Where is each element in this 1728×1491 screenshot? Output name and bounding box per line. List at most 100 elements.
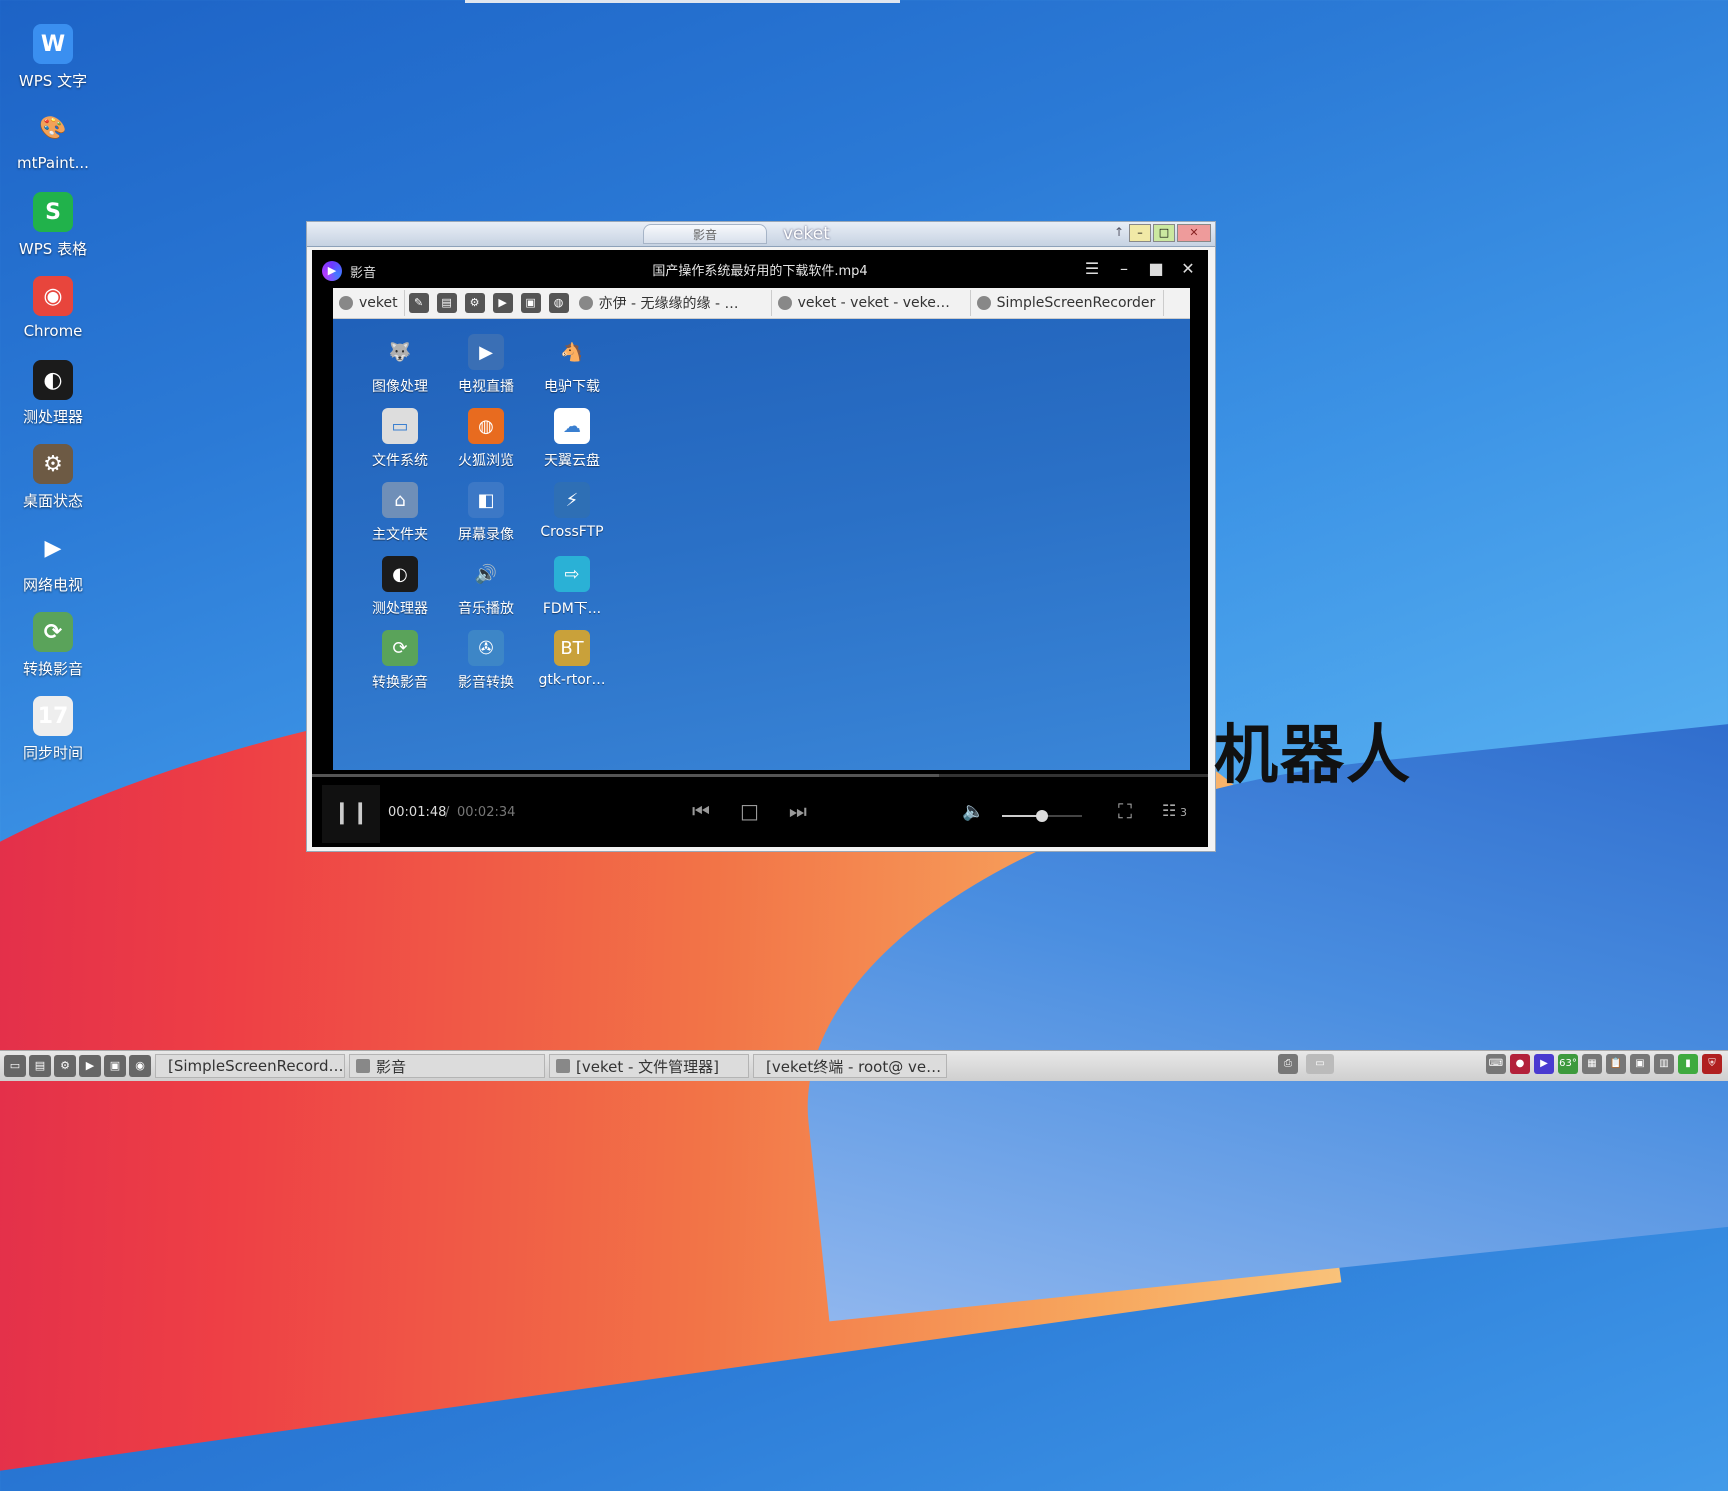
window-titlebar[interactable]: 影音 veket ↑ – □ ✕	[307, 222, 1215, 247]
desktop-icon-column: W WPS 文字 🎨 mtPaint... S WPS 表格 ◉ Chrome ◐ 测处…	[0, 20, 106, 776]
workspace-icon[interactable]: ▭	[1306, 1054, 1334, 1074]
task-icon	[976, 296, 991, 310]
taskbar-task[interactable]: [veket - 文件管理器]	[549, 1054, 749, 1078]
desktop-icon-label: WPS 表格	[18, 240, 88, 258]
printer-icon[interactable]: ⎙	[1278, 1054, 1298, 1074]
video-taskbar-task: SimpleScreenRecorder	[971, 290, 1164, 316]
taskbar-task[interactable]: [SimpleScreenRecord…	[155, 1054, 345, 1078]
veket-window: 影音 veket ↑ – □ ✕ ▶ 影音 国产操作系统最好用的下载软件.mp4…	[306, 221, 1216, 852]
shield-icon[interactable]: ⛨	[1702, 1054, 1722, 1074]
menu-icon[interactable]: ☰	[1084, 259, 1100, 278]
terminal-icon[interactable]: ▣	[104, 1055, 126, 1077]
app-label: 天翼云盘	[544, 453, 600, 469]
network-icon[interactable]: ▦	[1582, 1054, 1602, 1074]
player-close-icon[interactable]: ✕	[1180, 259, 1196, 278]
overlay-caption: 机器人	[1214, 719, 1412, 793]
app-label: 转换影音	[372, 675, 428, 691]
playlist-count: 3	[1180, 806, 1187, 819]
player-maximize-icon[interactable]: ■	[1148, 259, 1164, 278]
app-icon: BT	[554, 630, 590, 666]
video-desktop-icon: ⌂ 主文件夹	[357, 482, 443, 544]
app-icon: ▭	[382, 408, 418, 444]
video-desktop-icon: ▭ 文件系统	[357, 408, 443, 470]
window-tab[interactable]: 影音	[643, 224, 767, 244]
taskbar-task[interactable]: [veket终端 - root@ ve…	[753, 1054, 947, 1078]
window-list-icon[interactable]: ▥	[1654, 1054, 1674, 1074]
task-icon	[578, 296, 593, 310]
desktop-icon[interactable]: ◐ 测处理器	[0, 356, 106, 440]
mtpaint-icon: 🎨	[39, 115, 67, 141]
clipboard-icon[interactable]: 📋	[1606, 1054, 1626, 1074]
video-frame[interactable]: veket ✎ ▤ ⚙ ▶ ▣ ◍ 亦伊 - 无缘缘的缘 - … veket - …	[333, 288, 1190, 770]
taskbar-task[interactable]: 影音	[349, 1054, 545, 1078]
video-taskbar-veket: veket	[333, 290, 405, 316]
next-icon[interactable]: ⏭	[789, 799, 807, 823]
globe-icon: ◍	[548, 293, 569, 313]
app-icon: ⌂	[382, 482, 418, 518]
screen-icon[interactable]: ▣	[1630, 1054, 1650, 1074]
maximize-button[interactable]: □	[1153, 224, 1175, 242]
desktop-icon-label: Chrome	[23, 322, 83, 340]
video-desktop-icon: ⚡ CrossFTP	[529, 482, 615, 544]
volume-knob[interactable]	[1036, 810, 1048, 822]
app-icon: 🔊	[474, 563, 498, 585]
video-desktop-icon: ◐ 测处理器	[357, 556, 443, 618]
video-desktop-icon: ◧ 屏幕录像	[443, 482, 529, 544]
app-icon: ◐	[382, 556, 418, 592]
app-label: 测处理器	[372, 601, 428, 617]
app-icon: ◧	[468, 482, 504, 518]
top-panel-strip	[465, 0, 900, 3]
previous-icon[interactable]: ⏮	[692, 799, 710, 823]
record-icon[interactable]: ●	[1510, 1054, 1530, 1074]
app-icon: 🐺	[388, 341, 412, 363]
app-icon: 🐴	[560, 341, 584, 363]
desktop-icon[interactable]: 🎨 mtPaint...	[0, 104, 106, 188]
task-icon	[777, 296, 792, 310]
monitor-icon[interactable]: ▤	[29, 1055, 51, 1077]
stop-icon[interactable]: □	[740, 799, 759, 823]
media-player: ▶ 影音 国产操作系统最好用的下载软件.mp4 ☰ – ■ ✕ veket ✎ …	[312, 250, 1208, 847]
video-desktop-icon: ◍ 火狐浏览	[443, 408, 529, 470]
app-label: 火狐浏览	[458, 453, 514, 469]
desktop-icon[interactable]: ◉ Chrome	[0, 272, 106, 356]
media-icon[interactable]: ▶	[1534, 1054, 1554, 1074]
app-icon: ☁	[554, 408, 590, 444]
taskbar-task-label: [veket终端 - root@ ve…	[766, 1057, 942, 1076]
video-desktop-icon: BT gtk-rtor…	[529, 630, 615, 692]
player-file-name: 国产操作系统最好用的下载软件.mp4	[652, 264, 868, 279]
play-icon[interactable]: ▶	[79, 1055, 101, 1077]
playlist-icon[interactable]: ☷	[1162, 801, 1176, 820]
settings-icon[interactable]: ⚙	[54, 1055, 76, 1077]
pause-button[interactable]: ❙❙	[322, 785, 380, 843]
desktop-icon[interactable]: ⟳ 转换影音	[0, 608, 106, 692]
desktop-icon[interactable]: 17 同步时间	[0, 692, 106, 776]
desktop-icon-label: 测处理器	[22, 408, 83, 426]
app-label: 文件系统	[372, 453, 428, 469]
desktop-icon[interactable]: W WPS 文字	[0, 20, 106, 104]
show-desktop-icon[interactable]: ▭	[4, 1055, 26, 1077]
player-control-bar: ❙❙ 00:01:48 / 00:02:34 ⏮ □ ⏭ 🔈 ⛶ ☷ 3	[312, 777, 1208, 847]
video-desktop-icon: ⟳ 转换影音	[357, 630, 443, 692]
pin-button[interactable]: ↑	[1111, 224, 1127, 242]
fullscreen-icon[interactable]: ⛶	[1118, 799, 1132, 823]
close-button[interactable]: ✕	[1177, 224, 1211, 242]
keyboard-icon[interactable]: ⌨	[1486, 1054, 1506, 1074]
file-manager-icon	[556, 1059, 570, 1073]
minimize-button[interactable]: –	[1129, 224, 1151, 242]
current-time: 00:01:48	[388, 805, 447, 820]
veket-icon	[339, 296, 353, 310]
desktop-icon[interactable]: ▶ 网络电视	[0, 524, 106, 608]
playback-controls: ⏮ □ ⏭	[692, 799, 807, 823]
chrome-icon[interactable]: ◉	[129, 1055, 151, 1077]
battery-icon[interactable]: ▮	[1678, 1054, 1698, 1074]
app-label: FDM下...	[542, 601, 602, 617]
player-minimize-icon[interactable]: –	[1116, 259, 1132, 278]
app-label: 屏幕录像	[458, 527, 514, 543]
system-tray: ⌨ ● ▶ 63° ▦ 📋 ▣ ▥ ▮ ⛨	[1486, 1054, 1722, 1074]
app-icon: ⚡	[554, 482, 590, 518]
desktop-icon[interactable]: S WPS 表格	[0, 188, 106, 272]
app-icon: ⟳	[382, 630, 418, 666]
desktop-icon[interactable]: ⚙ 桌面状态	[0, 440, 106, 524]
video-desktop-icon: 🔊 音乐播放	[443, 556, 529, 618]
volume-icon[interactable]: 🔈	[962, 801, 984, 822]
